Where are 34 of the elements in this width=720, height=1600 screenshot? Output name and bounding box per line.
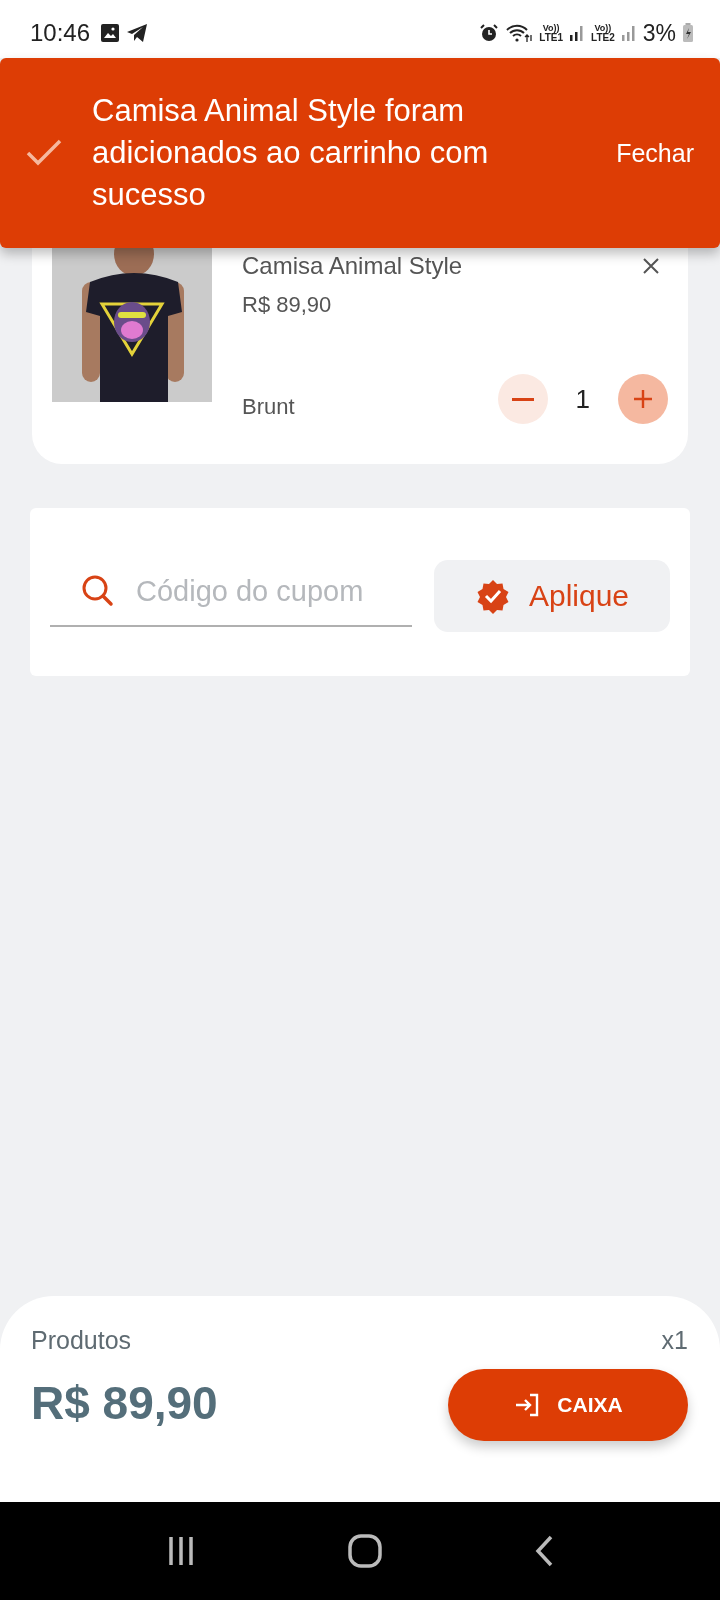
paper-plane-icon (126, 23, 149, 43)
decrease-button[interactable] (497, 374, 548, 424)
volte-label: Vo)) (594, 23, 612, 33)
volte-label: Vo)) (542, 23, 560, 33)
signal-icon (569, 24, 586, 42)
network-label: LTE1 (539, 33, 564, 43)
battery-percent: 3% (642, 19, 676, 47)
products-label: Produtos (31, 1326, 132, 1355)
close-button[interactable]: Fechar (616, 130, 694, 176)
clock-time: 10:46 (30, 19, 91, 47)
network-label: LTE2 (591, 33, 615, 43)
total-price: R$ 89,90 (31, 1376, 218, 1430)
close-icon[interactable] (642, 257, 660, 275)
checkout-button[interactable]: CAIXA (448, 1369, 688, 1441)
products-count: x1 (661, 1326, 688, 1355)
recent-apps-icon[interactable] (166, 1535, 196, 1567)
checkmark-icon (26, 139, 62, 167)
battery-icon (682, 23, 694, 43)
product-title: Camisa Animal Style (242, 252, 463, 280)
signal-icon (620, 24, 637, 42)
snackbar-message: Camisa Animal Style foram adicionados ao carrinho com sucesso (92, 92, 490, 214)
product-brand: Brunt (242, 394, 295, 420)
back-icon[interactable] (534, 1535, 554, 1567)
image-icon (100, 23, 121, 43)
increase-button[interactable] (618, 374, 668, 424)
home-icon[interactable] (348, 1534, 382, 1568)
quantity-value: 1 (575, 383, 590, 415)
product-price: R$ 89,90 (242, 292, 333, 318)
coupon-input[interactable]: Código do cupom (136, 574, 396, 608)
apply-button[interactable]: Aplique (434, 560, 670, 632)
alarm-icon (479, 23, 500, 43)
minus-icon (511, 397, 534, 401)
wifi-icon (505, 23, 534, 43)
plus-icon (632, 388, 654, 410)
